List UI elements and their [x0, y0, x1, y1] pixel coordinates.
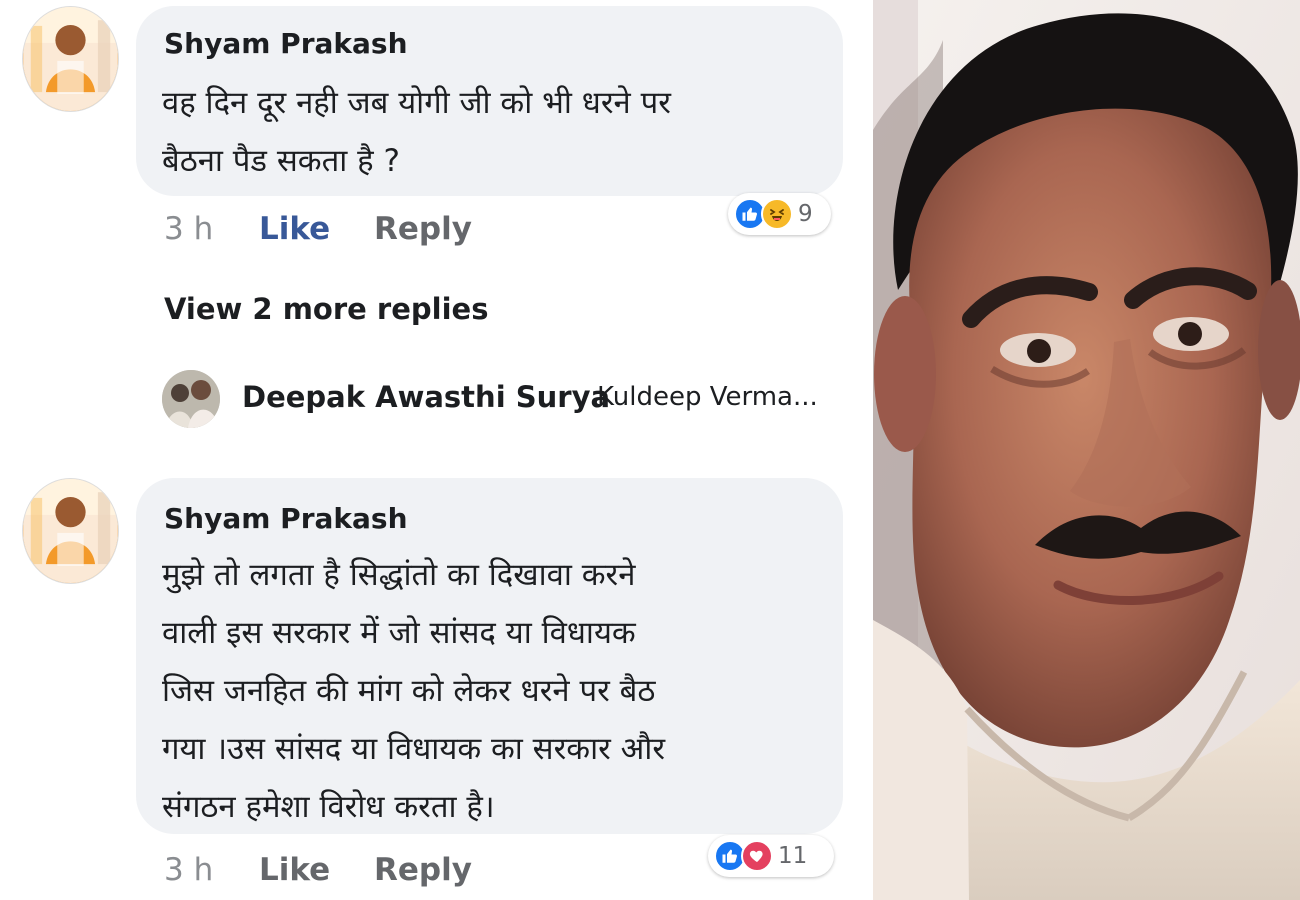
comment-author[interactable]: Shyam Prakash: [164, 27, 408, 60]
comment-text: मुझे तो लगता है सिद्धांतो का दिखावा करने…: [162, 557, 666, 825]
comment-timestamp: 3 h: [164, 211, 214, 247]
comment-bubble: Shyam Prakash वह दिन दूर नही जब योगी जी …: [136, 6, 843, 196]
reaction-summary[interactable]: 11: [708, 835, 834, 877]
comment-bubble: Shyam Prakash मुझे तो लगता है सिद्धांतो …: [136, 478, 843, 834]
reaction-count: 11: [778, 843, 808, 869]
love-icon: [741, 840, 773, 872]
reaction-summary[interactable]: 9: [728, 193, 831, 235]
reply-button[interactable]: Reply: [374, 211, 472, 247]
screenshot-stage: Shyam Prakash वह दिन दूर नही जब योगी जी …: [0, 0, 1300, 900]
reply-preview[interactable]: Deepak Awasthi Surya Kuldeep Verma...: [162, 370, 852, 432]
comment-text: वह दिन दूर नही जब योगी जी को भी धरने पर …: [162, 85, 671, 179]
reaction-count: 9: [798, 201, 813, 227]
comment-actions: 3 h Like Reply: [164, 852, 544, 892]
commenter-avatar[interactable]: [22, 6, 119, 112]
haha-icon: [761, 198, 793, 230]
reply-author-avatar[interactable]: [162, 370, 220, 428]
reply-button[interactable]: Reply: [374, 852, 472, 888]
view-more-replies-link[interactable]: View 2 more replies: [164, 292, 488, 326]
like-button[interactable]: Like: [259, 852, 330, 888]
reply-preview-text: Kuldeep Verma...: [597, 382, 818, 412]
politician-portrait-photo: [873, 0, 1300, 900]
facebook-comment-thread: Shyam Prakash वह दिन दूर नही जब योगी जी …: [0, 0, 870, 900]
commenter-avatar[interactable]: [22, 478, 119, 584]
comment-actions: 3 h Like Reply: [164, 211, 544, 251]
like-button[interactable]: Like: [259, 211, 330, 247]
reply-author-name[interactable]: Deepak Awasthi Surya: [242, 380, 610, 414]
comment-author[interactable]: Shyam Prakash: [164, 502, 408, 535]
comment-timestamp: 3 h: [164, 852, 214, 888]
